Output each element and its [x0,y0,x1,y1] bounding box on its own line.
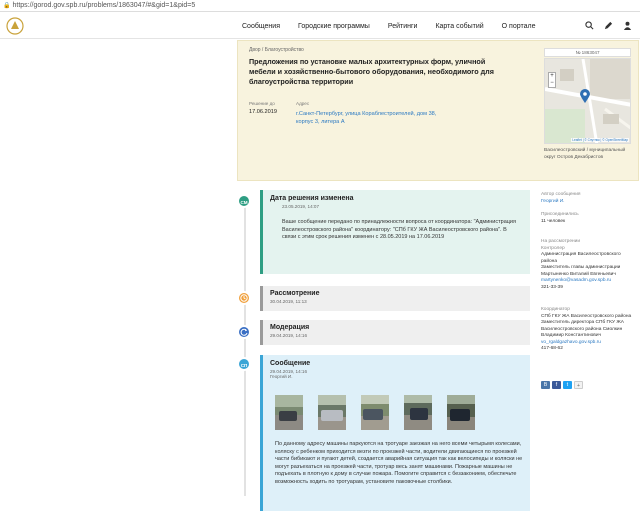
lock-icon: 🔒 [3,3,11,9]
refresh-icon [237,325,251,339]
sidebar-review: На рассмотрении Контролер Администрация … [541,239,637,291]
event-title: Рассмотрение [270,290,320,297]
top-navigation: Сообщения Городские программы Рейтинги К… [0,13,640,39]
nav-item-ratings[interactable]: Рейтинги [388,23,418,30]
event-message: Сообщение 29.04.2019, 14:16 Георгий И. П… [260,355,530,511]
map-attribution[interactable]: Leaflet | © Спутник | © OpenStreetMap [571,138,629,142]
city-logo-icon[interactable] [4,16,26,36]
event-title: Дата решения изменена [270,195,354,202]
share-buttons: B f t + [541,381,585,389]
photo-thumbnail[interactable] [275,395,303,430]
controller-org: Администрация Василеостровского района [541,252,621,264]
address-label: Адрес [296,101,310,106]
nav-item-about[interactable]: О портале [502,23,536,30]
edit-icon[interactable] [603,21,613,31]
problem-title: Предложения по установке малых архитекту… [249,57,494,86]
facebook-share-icon[interactable]: f [552,381,561,389]
map-marker-icon[interactable] [580,89,590,103]
location-map[interactable]: + − Leaflet | © Спутник | © OpenStreetMap [544,58,631,144]
event-review: Рассмотрение 30.04.2019, 11:13 [260,286,530,311]
decision-date: 17.06.2019 [249,109,277,115]
decision-label: Решение до [249,101,275,106]
event-author[interactable]: Георгий И. [270,374,523,379]
vk-share-icon[interactable]: B [541,381,550,389]
timeline-line [244,196,246,496]
photo-thumbnail[interactable] [404,395,432,430]
event-date: 23.05.2019, 14:07 [282,204,320,209]
sidebar-author: Автор сообщения Георгий И. [541,192,637,205]
photo-thumbnail[interactable] [318,395,346,430]
message-icon: СП [237,357,251,371]
event-moderation: Модерация 29.04.2019, 14:16 [260,320,530,345]
event-title: Сообщение [270,360,311,367]
url-text: https://gorod.gov.spb.ru/problems/186304… [12,2,196,9]
clock-icon [237,291,251,305]
nav-tools [575,13,632,39]
address-bar[interactable]: 🔒 https://gorod.gov.spb.ru/problems/18630… [0,0,640,12]
more-share-icon[interactable]: + [574,381,583,389]
event-date: 30.04.2019, 11:13 [270,299,307,304]
zoom-controls[interactable]: + − [548,72,556,88]
twitter-share-icon[interactable]: t [563,381,572,389]
joined-count: 11 человек [541,218,566,224]
nav-item-event-map[interactable]: Карта событий [435,23,483,30]
event-title: Модерация [270,324,310,331]
address-link[interactable]: г.Санкт-Петербург, улица Кораблестроител… [296,110,446,126]
search-icon[interactable] [584,21,594,31]
event-text: Ваше сообщение передано по принадлежност… [282,219,516,240]
sidebar-joined: Присоединились 11 человек [541,212,637,225]
controller-phone: 321-33-39 [541,284,563,290]
photo-thumbnail[interactable] [447,395,475,430]
district-caption: Василеостровский / муниципальный округ О… [544,148,626,160]
photo-thumbnail[interactable] [361,395,389,430]
problem-card: Двор / Благоустройство Предложения по ус… [237,40,639,181]
coordinator-name: Заместитель директора СПб ГКУ ЖА Василео… [541,320,624,338]
coordinator-phone: 417-68-62 [541,346,563,351]
message-text: По данному адресу машины паркуются на тр… [275,441,523,485]
photo-gallery [275,395,490,430]
problem-number: № 1863047 [544,48,631,57]
sidebar-coordinator: Координатор СПб ГКУ ЖА Василеостровского… [541,307,637,353]
main-menu: Сообщения Городские программы Рейтинги К… [242,13,553,39]
breadcrumb[interactable]: Двор / Благоустройство [249,47,304,53]
user-icon[interactable] [622,21,632,31]
nav-item-messages[interactable]: Сообщения [242,23,280,30]
event-date-changed: Дата решения изменена 23.05.2019, 14:07 … [260,190,530,274]
changed-date-icon: СМ [237,194,251,208]
controller-name: Заместитель главы администрации Мартынен… [541,265,621,277]
nav-item-programs[interactable]: Городские программы [298,23,370,30]
author-link[interactable]: Георгий И. [541,199,637,206]
event-date: 29.04.2019, 14:16 [270,333,308,338]
